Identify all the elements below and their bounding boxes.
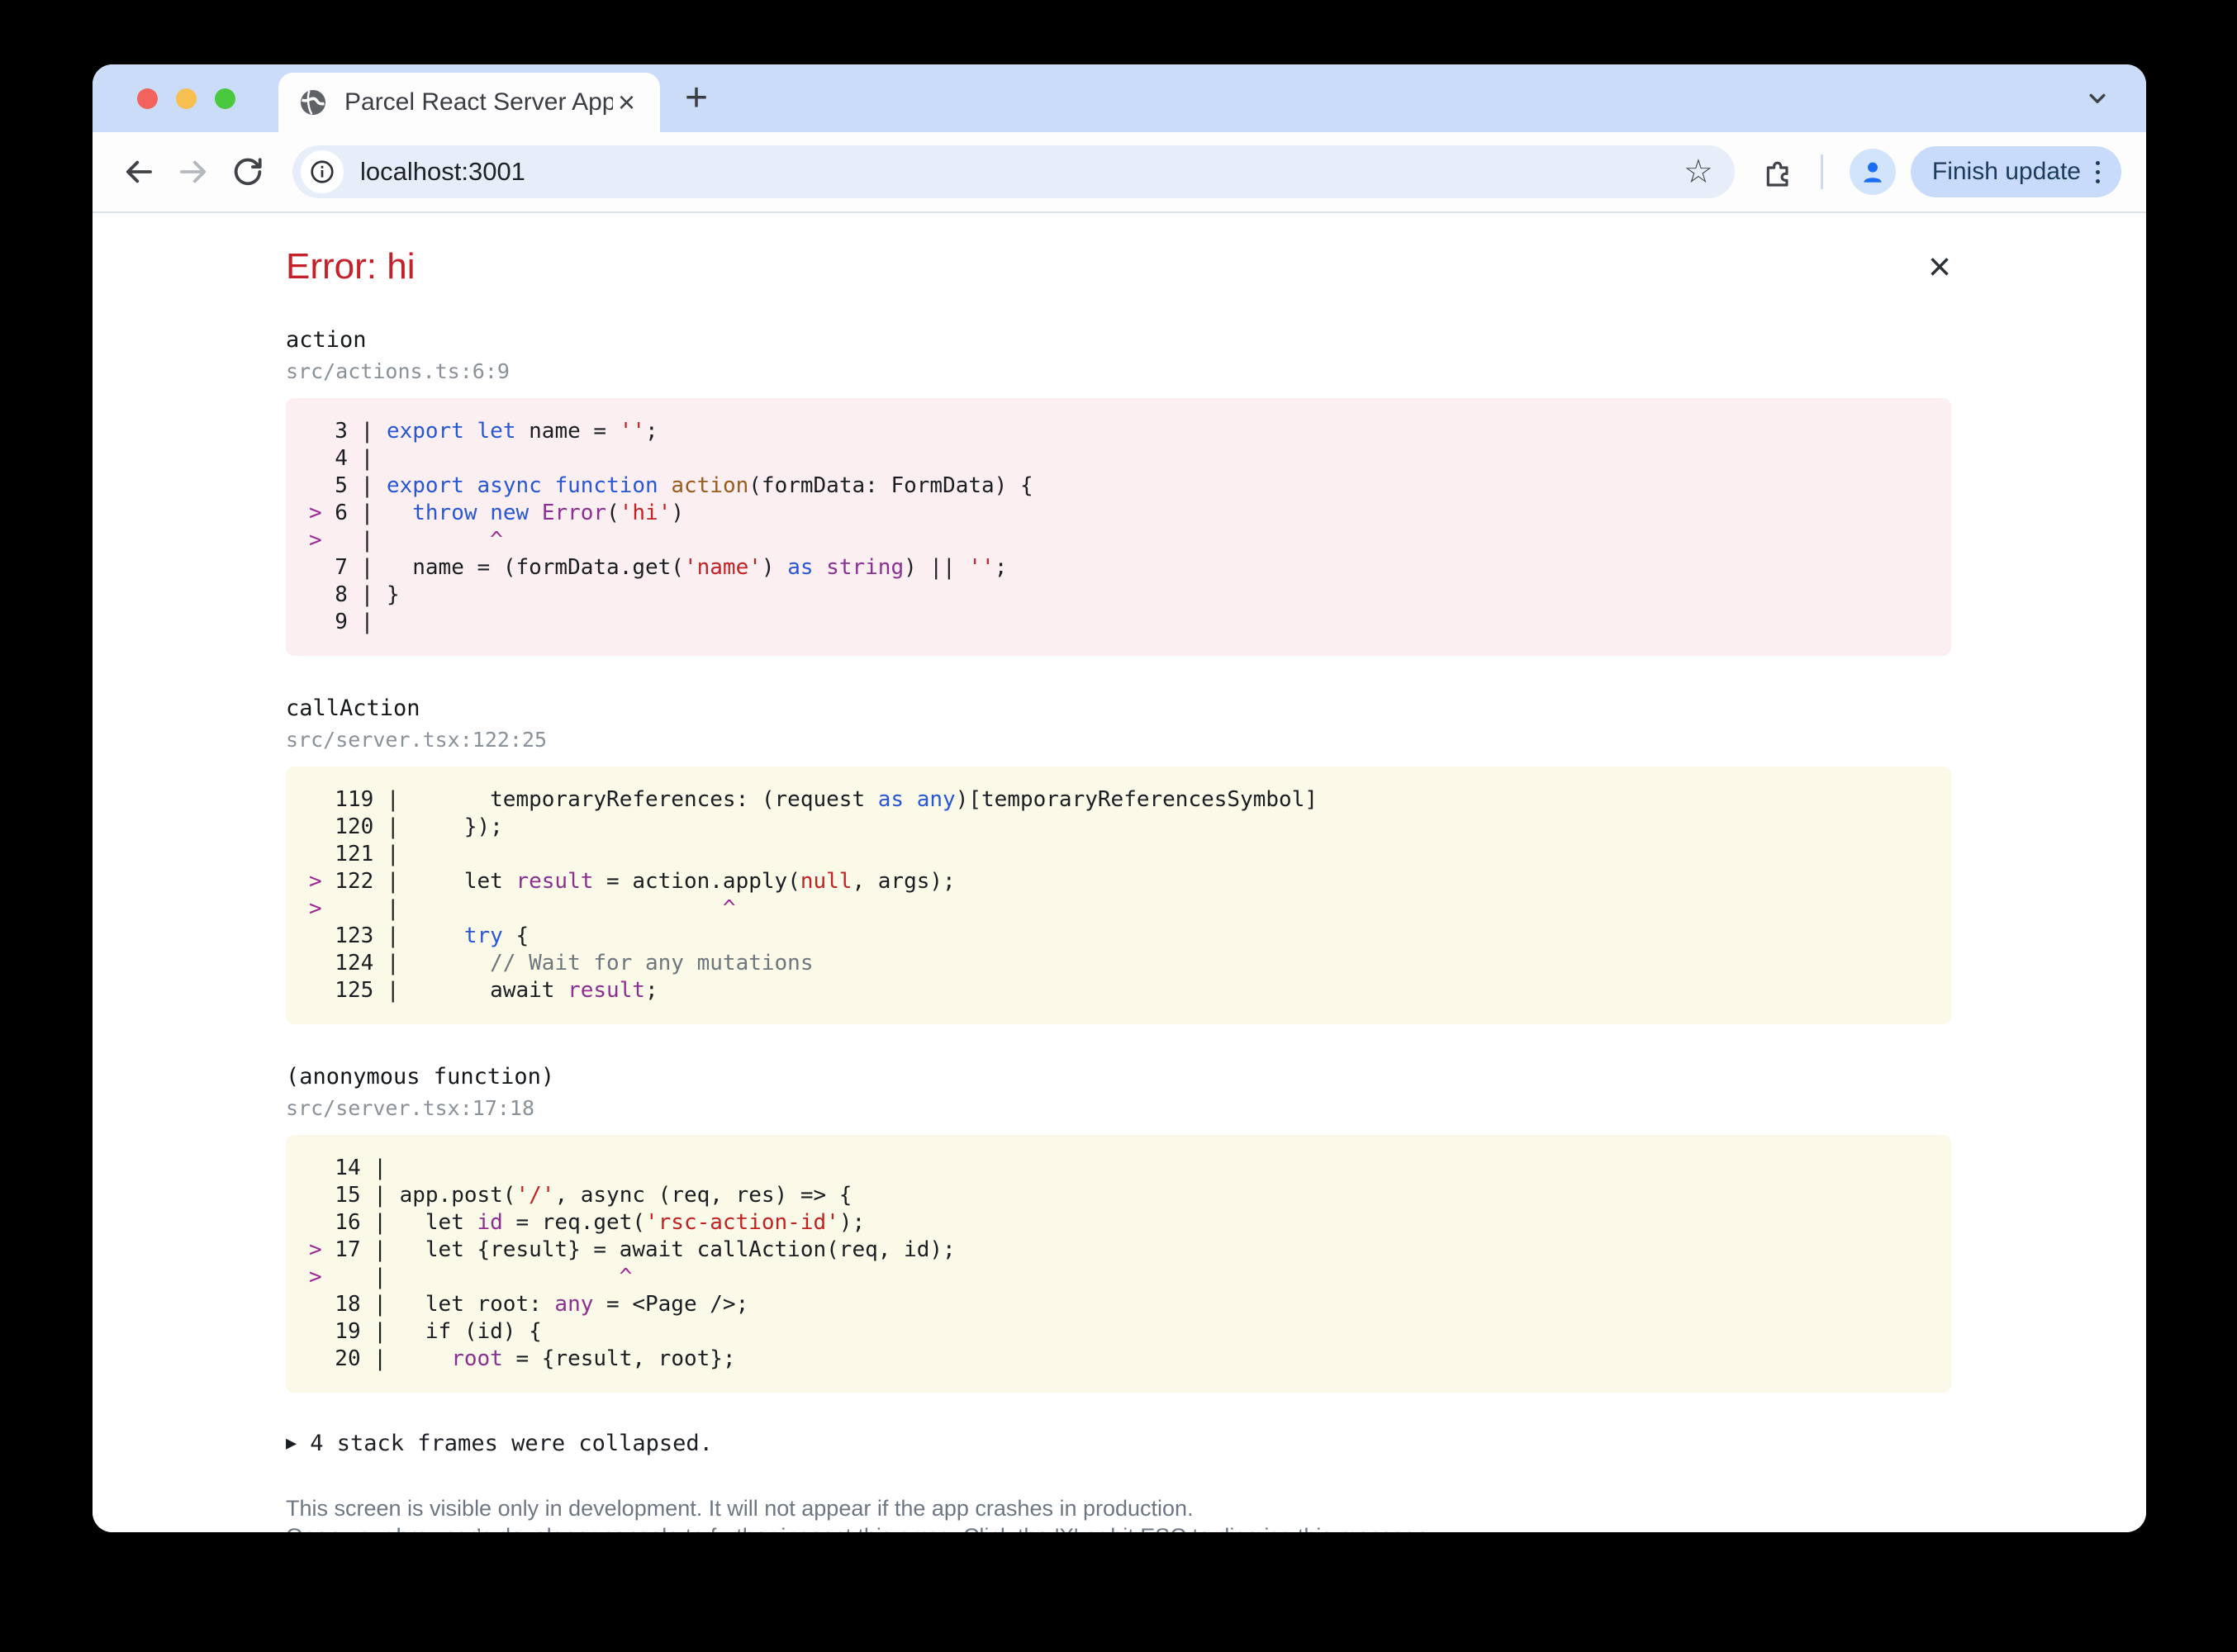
address-bar[interactable]: localhost:3001 ☆ <box>292 145 1735 198</box>
browser-window: Parcel React Server App × + localhost:30… <box>93 64 2146 1532</box>
code-line: 18 | let root: any = <Page />; <box>321 1292 749 1317</box>
code-line: > | ^ <box>309 896 736 921</box>
frame-function-name: callAction <box>286 695 420 721</box>
forward-arrow-icon <box>180 160 207 183</box>
bookmark-star-icon[interactable]: ☆ <box>1684 155 1713 188</box>
profile-avatar[interactable] <box>1849 149 1896 195</box>
browser-tab[interactable]: Parcel React Server App × <box>278 73 660 132</box>
toolbar-divider <box>1820 154 1823 189</box>
menu-kebab-icon <box>2096 160 2100 183</box>
code-line: 125 | await result; <box>321 978 658 1003</box>
back-arrow-icon <box>126 160 152 183</box>
site-info-button[interactable] <box>301 150 344 193</box>
code-frame: 14 | 15 | app.post('/', async (req, res)… <box>286 1135 1951 1393</box>
url-text: localhost:3001 <box>360 157 525 186</box>
frame-location: src/server.tsx:17:18 <box>286 1096 535 1120</box>
frame-location: src/server.tsx:122:25 <box>286 728 548 752</box>
browser-toolbar: localhost:3001 ☆ Finish update <box>93 132 2146 211</box>
reload-icon <box>234 158 262 186</box>
stack-frames: action src/actions.ts:6:9 3 | export let … <box>286 327 1951 1393</box>
stack-frame: callAction src/server.tsx:122:25 119 | te… <box>286 695 1951 1024</box>
code-line: 19 | if (id) { <box>321 1319 542 1344</box>
frame-function-name: action <box>286 327 367 353</box>
collapsed-frames-toggle[interactable]: ▶ 4 stack frames were collapsed. <box>286 1431 1951 1456</box>
code-frame: 119 | temporaryReferences: (request as a… <box>286 767 1951 1024</box>
code-line: 4 | <box>321 446 387 471</box>
code-line: 9 | <box>321 610 387 634</box>
back-button[interactable] <box>117 150 160 193</box>
footer-dev-note: This screen is visible only in developme… <box>286 1496 1194 1521</box>
chevron-down-icon[interactable] <box>2083 84 2111 112</box>
code-line: 16 | let id = req.get('rsc-action-id'); <box>321 1210 866 1235</box>
code-line: 123 | try { <box>321 923 530 948</box>
code-line: 120 | }); <box>321 814 503 839</box>
code-line: 20 | root = {result, root}; <box>321 1346 736 1371</box>
new-tab-button[interactable]: + <box>685 78 708 118</box>
code-frame: 3 | export let name = ''; 4 | 5 | export… <box>286 398 1951 656</box>
code-line: 5 | export async function action(formDat… <box>321 473 1033 498</box>
tab-close-icon[interactable]: × <box>613 88 640 117</box>
code-line: 3 | export let name = ''; <box>321 419 658 444</box>
stack-frame: (anonymous function) src/server.tsx:17:18… <box>286 1064 1951 1393</box>
disclosure-triangle-icon: ▶ <box>286 1433 297 1454</box>
footer-dismiss-note: Open your browser’s developer console to… <box>286 1522 1951 1532</box>
puzzle-icon <box>1766 161 1788 187</box>
frame-location: src/actions.ts:6:9 <box>286 359 510 383</box>
code-line: 124 | // Wait for any mutations <box>321 951 814 976</box>
code-line: > 122 | let result = action.apply(null, … <box>309 869 956 894</box>
code-line: 7 | name = (formData.get('name') as stri… <box>321 555 1008 580</box>
code-line: > 6 | throw new Error('hi') <box>309 501 685 525</box>
globe-favicon <box>301 90 325 115</box>
error-overlay: Error: hi × action src/actions.ts:6:9 3 |… <box>93 213 2146 1532</box>
zoom-window-button[interactable] <box>215 88 235 109</box>
tab-strip: Parcel React Server App × + <box>93 64 2146 132</box>
info-icon <box>311 160 334 183</box>
reload-button[interactable] <box>226 150 269 193</box>
tab-title: Parcel React Server App <box>344 88 613 116</box>
code-line: 15 | app.post('/', async (req, res) => { <box>321 1183 853 1208</box>
overlay-footer: This screen is visible only in developme… <box>286 1494 1951 1532</box>
minimize-window-button[interactable] <box>176 88 197 109</box>
code-line: 8 | } <box>321 582 400 607</box>
code-line: > 17 | let {result} = await callAction(r… <box>309 1237 956 1262</box>
code-line: 119 | temporaryReferences: (request as a… <box>321 787 1318 812</box>
code-line: 14 | <box>321 1156 400 1180</box>
traffic-lights <box>137 88 235 109</box>
close-window-button[interactable] <box>137 88 158 109</box>
overlay-close-button[interactable]: × <box>1928 248 1951 287</box>
stack-frame: action src/actions.ts:6:9 3 | export let … <box>286 327 1951 656</box>
code-line: 121 | <box>321 842 413 866</box>
collapsed-frames-label: 4 stack frames were collapsed. <box>310 1431 713 1456</box>
code-line: > | ^ <box>309 528 503 553</box>
error-title: Error: hi <box>286 246 416 287</box>
forward-button[interactable] <box>172 150 215 193</box>
person-icon <box>1864 162 1882 183</box>
frame-function-name: (anonymous function) <box>286 1064 555 1089</box>
code-line: > | ^ <box>309 1265 633 1289</box>
finish-update-button[interactable]: Finish update <box>1910 146 2121 197</box>
finish-update-label: Finish update <box>1931 158 2081 185</box>
extensions-button[interactable] <box>1761 155 1794 188</box>
